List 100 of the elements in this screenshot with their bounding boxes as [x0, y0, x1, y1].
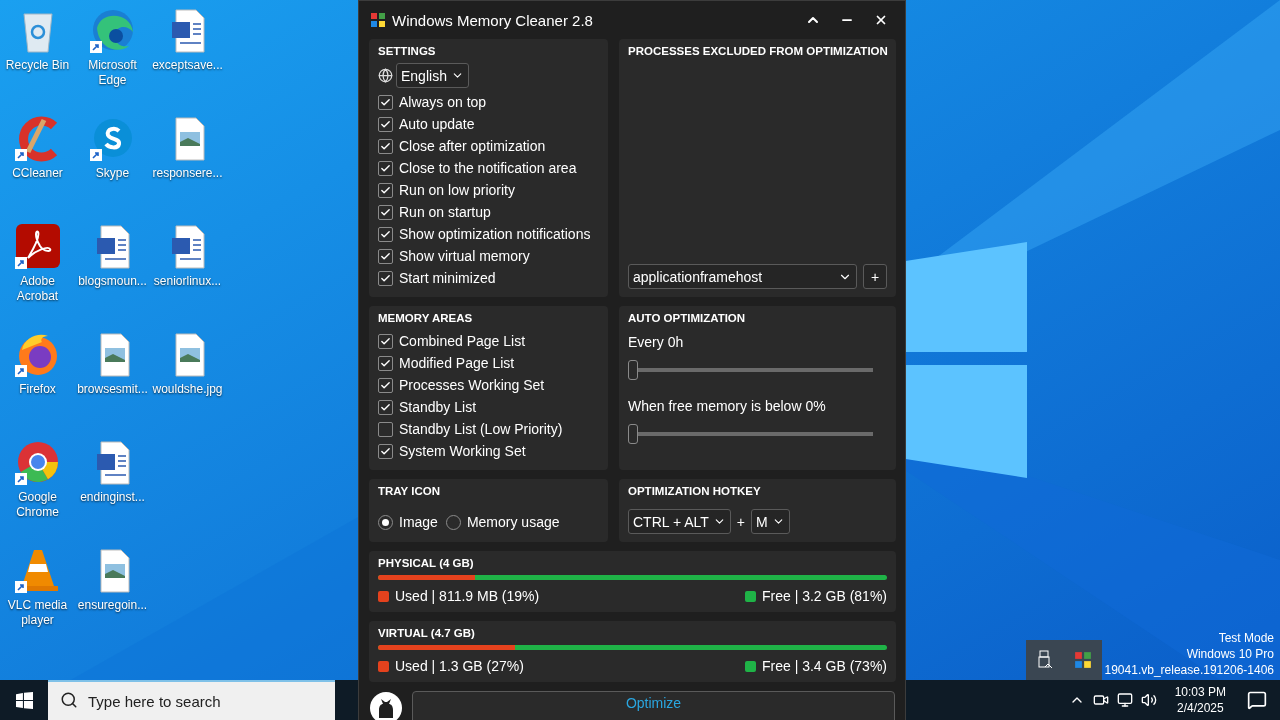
legend-swatch [745, 660, 756, 672]
checkmark-icon [380, 162, 391, 174]
checkbox-label: Show virtual memory [399, 248, 530, 264]
checkbox[interactable] [378, 248, 393, 264]
checkbox[interactable] [378, 226, 393, 242]
app-logo-icon [1074, 651, 1092, 669]
volume-icon [1140, 692, 1157, 708]
desktop-icon-label[interactable]: VLC media player [0, 598, 75, 628]
checkbox[interactable] [378, 443, 393, 459]
process-select[interactable]: applicationframehost [628, 264, 857, 289]
checkbox-label: Standby List [399, 399, 477, 415]
desktop-icon-label[interactable]: wouldshe.jpg [152, 382, 223, 397]
checkbox-label: Close after optimization [399, 138, 546, 154]
checkmark-icon [380, 272, 391, 284]
panel-title: TRAY ICON [378, 485, 441, 497]
desktop-icon-label[interactable]: ensuregoin... [77, 598, 148, 613]
panel-title: MEMORY AREAS [378, 312, 474, 324]
desktop-icon-label[interactable]: Google Chrome [0, 490, 75, 520]
used-memory-text: Used | 1.3 GB (27%) [395, 658, 524, 674]
checkbox-label: Always on top [399, 94, 487, 110]
desktop-icon-label[interactable]: Adobe Acrobat [0, 274, 75, 304]
checkbox-label: System Working Set [399, 443, 526, 459]
checkbox-label: Processes Working Set [399, 377, 545, 393]
system-info-text: Windows 10 Pro [1186, 646, 1274, 662]
legend-swatch [745, 590, 756, 602]
desktop-icon-label[interactable]: Skype [95, 166, 130, 181]
system-info-text: 19041.vb_release.191206-1406 [1104, 662, 1274, 678]
acrobat-icon[interactable] [13, 222, 62, 270]
checkbox[interactable] [378, 355, 393, 371]
panel-title: PHYSICAL (4 GB) [378, 557, 475, 569]
desktop-icon-label[interactable]: exceptsave... [152, 58, 223, 73]
window-title: Windows Memory Cleaner 2.8 [392, 11, 594, 29]
optimize-button[interactable]: Optimize [412, 691, 895, 720]
close-icon [874, 13, 888, 27]
checkbox[interactable] [378, 94, 393, 110]
checkbox[interactable] [378, 182, 393, 198]
checkmark-icon [380, 445, 391, 457]
github-icon[interactable] [370, 692, 402, 720]
checkmark-icon [380, 250, 391, 262]
panel-title: AUTO OPTIMIZATION [628, 312, 747, 324]
checkbox-label: Show optimization notifications [399, 226, 591, 242]
checkbox-label: Auto update [399, 116, 475, 132]
desktop-icon-label[interactable]: responsere... [152, 166, 223, 181]
checkmark-icon [380, 379, 391, 391]
checkbox-label: Standby List (Low Priority) [399, 421, 563, 437]
app-logo-icon [370, 12, 386, 28]
panel-title: SETTINGS [378, 45, 437, 57]
checkbox-label: Start minimized [399, 270, 496, 286]
video-camera-icon [1092, 692, 1109, 708]
key-select[interactable]: M [751, 509, 790, 534]
checkbox-label: Run on low priority [399, 182, 515, 198]
free-memory-text: Free | 3.2 GB (81%) [762, 588, 887, 604]
panel-title: OPTIMIZATION HOTKEY [628, 485, 762, 497]
panel-title: PROCESSES EXCLUDED FROM OPTIMIZATION [628, 45, 887, 57]
checkmark-icon [380, 118, 391, 130]
desktop-icon-label[interactable]: endinginst... [80, 490, 145, 505]
speech-bubble-icon [1247, 690, 1267, 710]
checkbox[interactable] [378, 160, 393, 176]
checkbox[interactable] [378, 377, 393, 393]
checkbox[interactable] [378, 333, 393, 349]
add-button[interactable]: + [863, 264, 887, 289]
desktop-icon-label[interactable]: seniorlinux... [153, 274, 222, 289]
modifier-select[interactable]: CTRL + ALT [628, 509, 731, 534]
system-info-text: Test Mode [1218, 630, 1274, 646]
checkmark-icon [380, 228, 391, 240]
checkbox-label: Combined Page List [399, 333, 526, 349]
radio-label: Image [399, 514, 438, 530]
checkmark-icon [380, 357, 391, 369]
search-field[interactable]: Type here to search [48, 680, 335, 720]
desktop-icon-label[interactable]: CCleaner [12, 166, 63, 181]
checkbox[interactable] [378, 421, 393, 437]
desktop-icon-label[interactable]: Firefox [19, 382, 56, 397]
slider-thumb[interactable] [628, 360, 638, 380]
checkbox[interactable] [378, 138, 393, 154]
checkbox-label: Close to the notification area [399, 160, 577, 176]
desktop-icon-label[interactable]: Microsoft Edge [75, 58, 150, 88]
free-memory-text: Free | 3.4 GB (73%) [762, 658, 887, 674]
checkbox[interactable] [378, 270, 393, 286]
clock[interactable]: 10:03 PM 2/4/2025 [1166, 684, 1234, 716]
panel-title: VIRTUAL (4.7 GB) [378, 627, 476, 639]
desktop-icon-label[interactable]: blogsmoun... [78, 274, 147, 289]
checkmark-icon [380, 140, 391, 152]
checkbox[interactable] [378, 204, 393, 220]
slider-label: When free memory is below 0% [628, 398, 827, 414]
usb-drive-icon [1036, 650, 1054, 670]
checkbox-label: Run on startup [399, 204, 491, 220]
desktop-icon-label[interactable]: browsesmit... [77, 382, 148, 397]
checkmark-icon [380, 401, 391, 413]
checkbox-label: Modified Page List [399, 355, 515, 371]
checkmark-icon [380, 335, 391, 347]
checkmark-icon [380, 184, 391, 196]
network-icon [1116, 692, 1133, 708]
desktop-icon-label[interactable]: Recycle Bin [5, 58, 70, 73]
checkmark-icon [380, 206, 391, 218]
checkbox[interactable] [378, 399, 393, 415]
language-select[interactable]: English [396, 63, 469, 88]
slider-thumb[interactable] [628, 424, 638, 444]
radio-label: Memory usage [466, 514, 560, 530]
checkmark-icon [380, 96, 391, 108]
checkbox[interactable] [378, 116, 393, 132]
